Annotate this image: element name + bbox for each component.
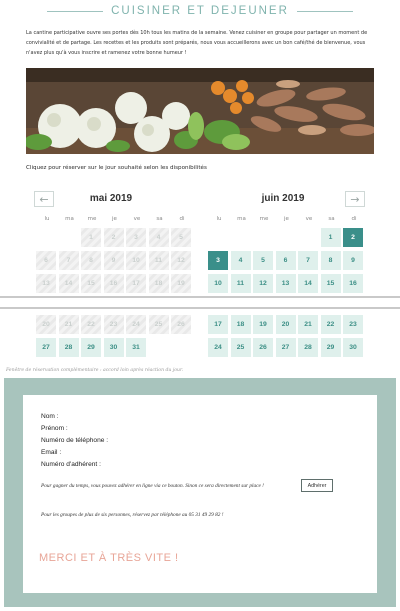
weekday-label: sa xyxy=(156,216,163,222)
calendar-day: 3 xyxy=(126,228,146,247)
calendar-day: 5 xyxy=(171,228,191,247)
calendar-day[interactable]: 30 xyxy=(103,338,124,357)
calendar-day: 13 xyxy=(36,274,56,293)
weekday-label: sa xyxy=(328,216,335,222)
calendar-day[interactable]: 9 xyxy=(343,251,363,270)
calendar-day: 12 xyxy=(171,251,191,270)
calendar-day[interactable]: 17 xyxy=(208,315,228,334)
calendar-day: 4 xyxy=(148,228,169,247)
calendar-day[interactable]: 11 xyxy=(230,274,251,293)
weekday-label: je xyxy=(284,216,289,222)
calendar-day[interactable]: 29 xyxy=(81,338,101,357)
calendar-day: 14 xyxy=(58,274,79,293)
calendar-day: 26 xyxy=(171,315,191,334)
weekday-label: di xyxy=(179,216,185,222)
calendar-day[interactable]: 7 xyxy=(298,251,318,270)
calendar-day[interactable]: 12 xyxy=(253,274,273,293)
calendar-day[interactable]: 28 xyxy=(298,338,318,357)
calendar-day[interactable]: 31 xyxy=(126,338,146,357)
membership-note: Pour gagner du temps, vous pouvez adhére… xyxy=(41,483,264,489)
page-fold-divider xyxy=(0,296,400,309)
calendar-day[interactable]: 8 xyxy=(320,251,341,270)
calendar-day: 16 xyxy=(103,274,124,293)
phone-label: Numéro de téléphone : xyxy=(41,437,109,444)
groups-note: Pour les groupes de plus de six personne… xyxy=(41,512,224,518)
month-title-may: mai 2019 xyxy=(89,193,133,204)
calendar-day[interactable]: 26 xyxy=(253,338,273,357)
calendar-day[interactable]: 19 xyxy=(253,315,273,334)
calendar-day: 11 xyxy=(148,251,169,270)
last-name-label: Nom : xyxy=(41,413,59,420)
calendar-day: 23 xyxy=(103,315,124,334)
calendar-day: 18 xyxy=(148,274,169,293)
calendar-day[interactable]: 4 xyxy=(230,251,251,270)
calendar-day[interactable]: 27 xyxy=(36,338,56,357)
calendar-day: 7 xyxy=(58,251,79,270)
vegetables-photo xyxy=(26,68,374,154)
calendar-day[interactable]: 15 xyxy=(320,274,341,293)
calendar-day: 9 xyxy=(103,251,124,270)
month-title-june: juin 2019 xyxy=(261,193,305,204)
calendar-day: 21 xyxy=(58,315,79,334)
calendar-day: 10 xyxy=(126,251,146,270)
weekday-label: me xyxy=(87,216,97,222)
calendar-day[interactable]: 16 xyxy=(343,274,363,293)
calendar-day: 20 xyxy=(36,315,56,334)
calendar-footnote: Fenêtre de réservation complémentaire : … xyxy=(6,368,184,373)
calendar-day[interactable]: 5 xyxy=(253,251,273,270)
calendar-day[interactable]: 22 xyxy=(320,315,341,334)
weekday-label: me xyxy=(259,216,269,222)
calendar-day: 24 xyxy=(126,315,146,334)
calendar-day[interactable]: 18 xyxy=(230,315,251,334)
weekday-label: di xyxy=(351,216,357,222)
calendar-day: 6 xyxy=(36,251,56,270)
page-title: CUISINER ET DEJEUNER xyxy=(111,5,289,17)
calendar-day[interactable]: 23 xyxy=(343,315,363,334)
calendar-day: 22 xyxy=(81,315,101,334)
calendar-day[interactable]: 30 xyxy=(343,338,363,357)
calendar-day: 2 xyxy=(103,228,124,247)
calendar-day: 8 xyxy=(81,251,101,270)
first-name-label: Prénom : xyxy=(41,425,68,432)
calendar-day[interactable]: 29 xyxy=(320,338,341,357)
heading-rule-right xyxy=(296,10,353,12)
weekday-label: ve xyxy=(133,216,141,222)
weekday-label: ve xyxy=(305,216,313,222)
calendar-day[interactable]: 3 xyxy=(208,251,228,270)
thanks-message: MERCI ET À TRÈS VITE ! xyxy=(39,552,179,564)
weekday-label: ma xyxy=(65,216,74,222)
calendar-day: 25 xyxy=(148,315,169,334)
calendar-day[interactable]: 20 xyxy=(275,315,296,334)
weekday-label: lu xyxy=(44,216,50,222)
calendar-day[interactable]: 2 xyxy=(343,228,363,247)
calendar-day[interactable]: 14 xyxy=(298,274,318,293)
weekday-label: lu xyxy=(216,216,222,222)
email-label: Email : xyxy=(41,449,62,456)
calendar-day[interactable]: 6 xyxy=(275,251,296,270)
heading-rule-left xyxy=(47,10,104,12)
calendar-day[interactable]: 10 xyxy=(208,274,228,293)
vegetables-illustration xyxy=(26,68,374,154)
calendar-day[interactable]: 27 xyxy=(275,338,296,357)
weekday-label: je xyxy=(112,216,117,222)
weekday-label: ma xyxy=(237,216,246,222)
calendar-day: 17 xyxy=(126,274,146,293)
calendar-day[interactable]: 1 xyxy=(320,228,341,247)
calendar-day[interactable]: 24 xyxy=(208,338,228,357)
membership-button[interactable]: Adhérer xyxy=(301,479,333,492)
section-heading: CUISINER ET DEJEUNER xyxy=(0,0,400,22)
calendar-day[interactable]: 25 xyxy=(230,338,251,357)
calendar-day[interactable]: 28 xyxy=(58,338,79,357)
calendar-day[interactable]: 13 xyxy=(275,274,296,293)
calendar-day: 1 xyxy=(81,228,101,247)
intro-text: La cantine participative ouvre ses porte… xyxy=(26,30,368,56)
calendar-day: 15 xyxy=(81,274,101,293)
member-number-label: Numéro d'adhérent : xyxy=(41,461,101,468)
calendar-day: 19 xyxy=(171,274,191,293)
booking-hint: Cliquez pour réserver sur le jour souhai… xyxy=(26,165,207,171)
calendar-day[interactable]: 21 xyxy=(298,315,318,334)
